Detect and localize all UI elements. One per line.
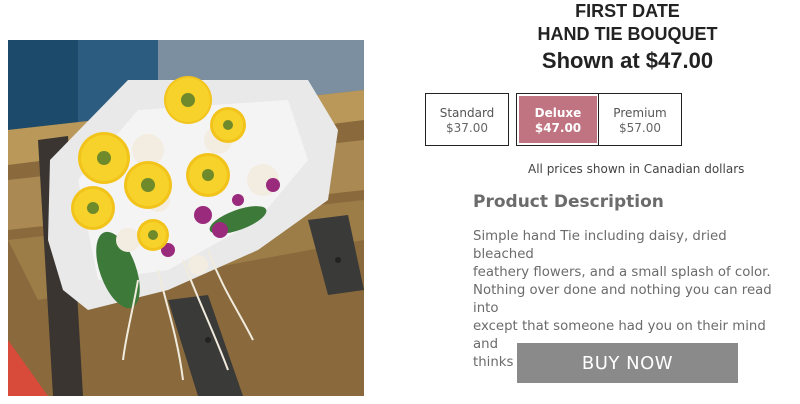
option-deluxe-price: $47.00	[534, 121, 582, 135]
option-premium-price: $57.00	[619, 121, 661, 135]
option-deluxe[interactable]: Deluxe $47.00	[516, 93, 600, 146]
product-photo	[8, 40, 364, 396]
option-premium-name: Premium	[613, 106, 667, 120]
buy-now-button[interactable]: BUY NOW	[517, 343, 738, 383]
product-title-line1: FIRST DATE	[575, 1, 680, 21]
option-premium[interactable]: Premium $57.00	[598, 93, 682, 146]
description-line: Nothing over done and nothing you can re…	[473, 283, 772, 316]
option-standard-price: $37.00	[446, 121, 488, 135]
shown-price: Shown at $47.00	[541, 48, 714, 73]
currency-note: All prices shown in Canadian dollars	[528, 162, 745, 176]
description-heading: Product Description	[473, 192, 664, 212]
product-title-block: FIRST DATE HAND TIE BOUQUET Shown at $47…	[520, 0, 735, 76]
bouquet-image	[8, 40, 364, 396]
option-deluxe-name: Deluxe	[534, 106, 582, 120]
description-line: feathery flowers, and a small splash of …	[473, 265, 771, 280]
option-standard[interactable]: Standard $37.00	[425, 93, 509, 146]
description-line: Simple hand Tie including daisy, dried b…	[473, 229, 727, 262]
option-standard-name: Standard	[439, 106, 495, 120]
product-title-line2: HAND TIE BOUQUET	[537, 24, 718, 44]
